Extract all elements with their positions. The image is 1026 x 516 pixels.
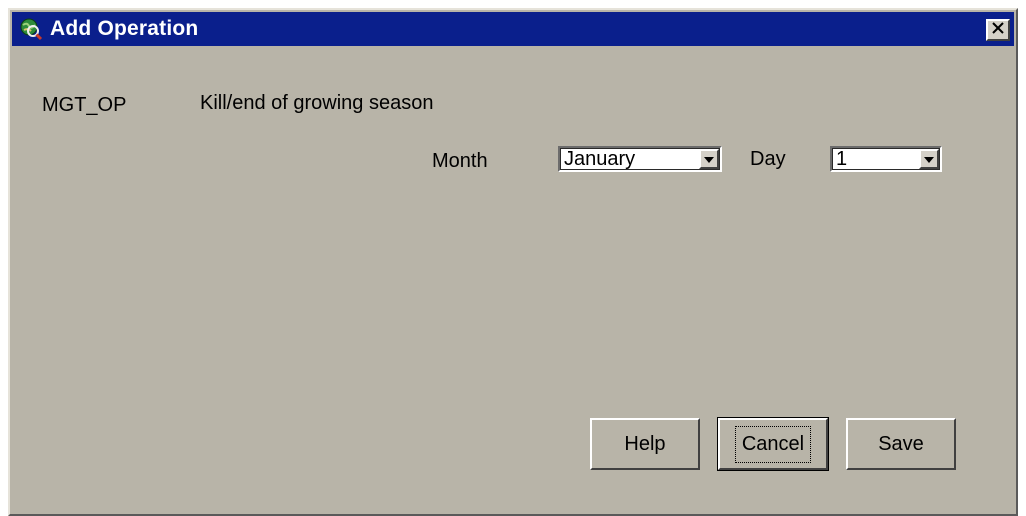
day-label: Day — [750, 148, 786, 170]
month-select-value: January — [564, 148, 636, 170]
save-button-label: Save — [878, 432, 924, 455]
month-select[interactable]: January — [558, 146, 722, 172]
title-bar[interactable]: Add Operation — [12, 12, 1014, 46]
add-operation-dialog: Add Operation MGT_OP Kill/end of growing… — [8, 8, 1018, 516]
chevron-down-icon — [924, 150, 934, 168]
window-title: Add Operation — [50, 17, 199, 40]
day-select[interactable]: 1 — [830, 146, 942, 172]
chevron-down-icon — [704, 150, 714, 168]
save-button[interactable]: Save — [846, 418, 956, 470]
month-dropdown-button[interactable] — [699, 149, 719, 169]
operation-code-label: MGT_OP — [42, 94, 127, 116]
day-dropdown-button[interactable] — [919, 149, 939, 169]
globe-magnifier-icon — [18, 16, 44, 42]
cancel-button[interactable]: Cancel — [717, 417, 829, 471]
cancel-button-label: Cancel — [734, 425, 812, 463]
help-button[interactable]: Help — [590, 418, 700, 470]
close-icon — [992, 21, 1004, 39]
close-button[interactable] — [986, 19, 1010, 41]
operation-name: Kill/end of growing season — [200, 92, 434, 114]
day-select-value: 1 — [836, 148, 848, 170]
help-button-label: Help — [624, 432, 666, 455]
month-label: Month — [432, 150, 488, 172]
